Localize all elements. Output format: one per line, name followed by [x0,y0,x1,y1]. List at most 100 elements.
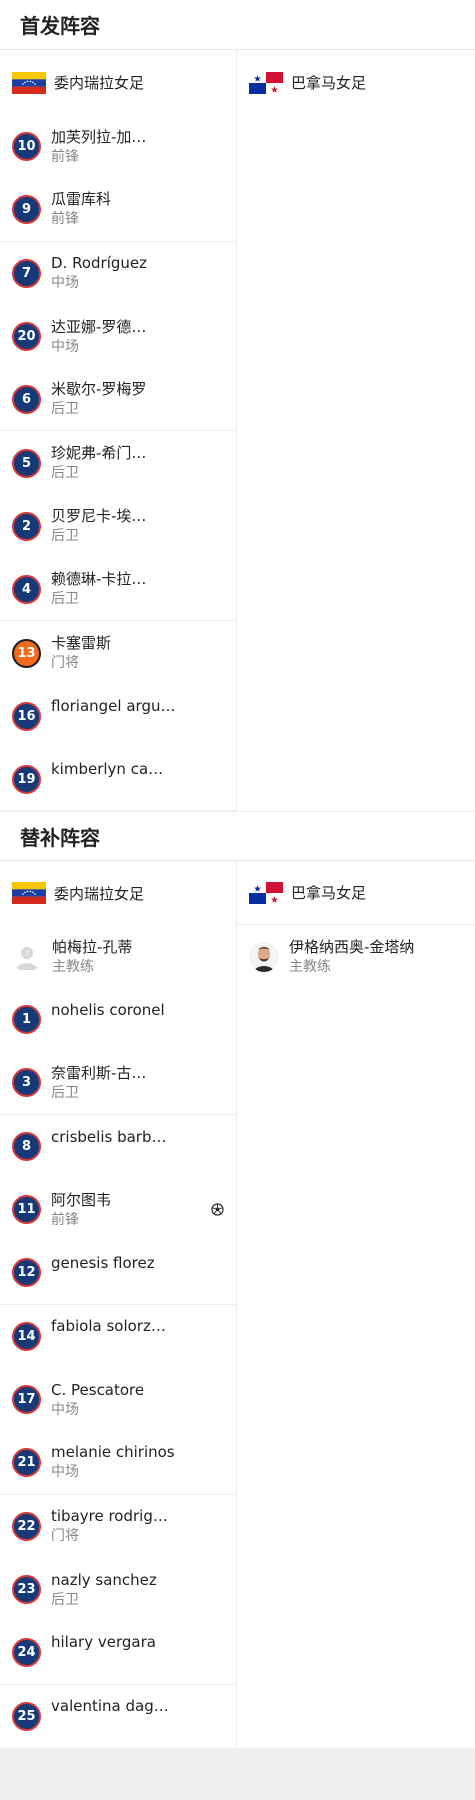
player-row[interactable]: 4 赖德琳-卡拉… 后卫 [0,558,236,622]
jersey-number-badge: 11 [12,1195,41,1225]
player-info: 达亚娜-罗德… 中场 [51,317,146,357]
player-row[interactable]: 8 crisbelis barb… [0,1115,236,1178]
jersey-number-badge: 22 [12,1511,41,1541]
player-name: 加芙列拉-加… [51,127,147,146]
jersey-number-badge: 9 [12,194,41,224]
jersey-number-badge: 4 [12,574,41,604]
player-name: 阿尔图韦 [51,1190,112,1209]
player-info: tibayre rodrig… 门将 [51,1506,168,1546]
away-coach-role: 主教练 [289,958,331,975]
player-row[interactable]: 16 floriangel argu… [0,685,236,748]
player-row[interactable]: 2 贝罗尼卡-埃… 后卫 [0,495,236,558]
player-name: 赖德琳-卡拉… [51,570,147,589]
player-name: 奈雷利斯-古… [51,1063,147,1082]
player-position: 门将 [51,655,79,672]
away-team-header[interactable]: 巴拿马女足 [237,50,475,115]
player-name: fabiola solorz… [51,1317,166,1336]
substitutes-columns: 委内瑞拉女足 ? 帕梅拉-孔蒂 主教练 1 nohelis coronel 3 奈雷利… [0,861,475,1748]
player-info: melanie chirinos 中场 [51,1442,175,1482]
player-position: 后卫 [51,1084,79,1101]
starting-lineup-panel: 首发阵容 委内瑞拉女足 10 加芙列拉-加… 前锋 9 瓜雷库科前锋 7 D. … [0,0,475,812]
player-row[interactable]: 13 卡塞雷斯 门将 [0,621,236,684]
player-row[interactable]: 12 genesis florez [0,1241,236,1305]
player-row[interactable]: 25 valentina dag… [0,1685,236,1748]
player-position: 前锋 [51,211,79,228]
away-subs-team-header[interactable]: 巴拿马女足 [237,861,475,926]
player-name: melanie chirinos [51,1443,175,1462]
away-subs-team-name: 巴拿马女足 [291,884,367,903]
bottom-gap [0,1748,475,1798]
coach-photo-avatar [249,941,279,972]
player-name: kimberlyn ca… [51,760,164,779]
player-name: 贝罗尼卡-埃… [51,507,147,526]
player-row[interactable]: 20 达亚娜-罗德… 中场 [0,305,236,368]
player-position: 中场 [51,338,79,355]
away-coach-row[interactable]: 伊格纳西奥-金塔纳 主教练 [237,925,475,988]
player-info: 赖德琳-卡拉… 后卫 [51,569,146,609]
away-coach-name: 伊格纳西奥-金塔纳 [289,937,415,956]
starting-lineup-title: 首发阵容 [0,0,475,50]
player-row[interactable]: 1 nohelis coronel [0,988,236,1051]
player-row[interactable]: 22 tibayre rodrig… 门将 [0,1495,236,1558]
player-row[interactable]: 10 加芙列拉-加… 前锋 [0,115,236,178]
home-subs-team-header[interactable]: 委内瑞拉女足 [0,861,236,925]
starting-lineup-columns: 委内瑞拉女足 10 加芙列拉-加… 前锋 9 瓜雷库科 前锋 7 D. Rodríguez 中场… [0,50,475,812]
svg-text:?: ? [25,949,29,958]
home-coach-row[interactable]: ? 帕梅拉-孔蒂 主教练 [0,925,236,988]
player-position: 门将 [51,1528,79,1545]
player-name: C. Pescatore [51,1380,145,1399]
jersey-number-badge: 2 [12,511,41,541]
player-name: tibayre rodrig… [51,1507,168,1526]
jersey-number-badge: 5 [12,448,41,478]
jersey-number-badge: 10 [12,132,41,162]
away-subs-column: 巴拿马女足 伊格纳西奥-金塔纳 主教练 [237,861,475,1748]
jersey-number-badge: 13 [12,638,41,668]
player-name: crisbelis barb… [51,1127,167,1146]
player-row[interactable]: 21 melanie chirinos 中场 [0,1431,236,1495]
player-info: 瓜雷库科 前锋 [51,189,111,229]
player-row[interactable]: 11 阿尔图韦 前锋 [0,1178,236,1241]
home-subs-team-name: 委内瑞拉女足 [54,884,145,903]
player-position: 前锋 [51,148,79,165]
player-position: 后卫 [51,1591,79,1608]
player-name: nazly sanchez [51,1570,157,1589]
player-position: 后卫 [51,401,79,418]
player-name: 米歇尔-罗梅罗 [51,380,147,399]
player-info: 珍妮弗-希门… 后卫 [51,443,146,483]
player-row[interactable]: 5 珍妮弗-希门… 后卫 [0,431,236,494]
coach-placeholder-avatar-icon: ? [12,942,42,972]
jersey-number-badge: 1 [12,1005,41,1035]
panama-flag-icon [249,881,283,904]
player-row[interactable]: 19 kimberlyn ca… [0,748,236,812]
player-row[interactable]: 24 hilary vergara [0,1621,236,1685]
jersey-number-badge: 14 [12,1321,41,1351]
jersey-number-badge: 8 [12,1132,41,1161]
player-info: C. Pescatore 中场 [51,1380,144,1420]
jersey-number-badge: 12 [12,1258,41,1288]
away-team-name: 巴拿马女足 [291,74,367,92]
player-position: 中场 [51,275,79,292]
player-position: 中场 [51,1401,79,1418]
player-row[interactable]: 9 瓜雷库科 前锋 [0,178,236,242]
substitutes-panel: 替补阵容 委内瑞拉女足 ? 帕梅拉-孔蒂 主教练 1 nohelis coron… [0,811,475,1748]
jersey-number-badge: 3 [12,1068,41,1098]
player-name: 珍妮弗-希门… [51,444,147,463]
jersey-number-badge: 7 [12,258,41,288]
home-team-header[interactable]: 委内瑞拉女足 [0,50,236,115]
jersey-number-badge: 24 [12,1637,41,1667]
player-row[interactable]: 3 奈雷利斯-古… 后卫 [0,1052,236,1115]
jersey-number-badge: 21 [12,1447,41,1477]
player-row[interactable]: 17 C. Pescatore 中场 [0,1368,236,1431]
player-name: 达亚娜-罗德… [51,317,147,336]
player-info: nazly sanchez 后卫 [51,1570,157,1610]
home-team-name: 委内瑞拉女足 [54,74,145,92]
player-row[interactable]: 14 fabiola solorz… [0,1305,236,1368]
home-subs-list: 1 nohelis coronel 3 奈雷利斯-古… 后卫 8 crisbelis bar… [0,988,236,1748]
player-info: 米歇尔-罗梅罗 后卫 [51,379,146,419]
player-row[interactable]: 7 D. Rodríguez 中场 [0,242,236,305]
jersey-number-badge: 19 [12,764,41,794]
player-row[interactable]: 6 米歇尔-罗梅罗 后卫 [0,368,236,432]
jersey-number-badge: 23 [12,1575,41,1605]
home-coach-role: 主教练 [52,958,94,975]
player-row[interactable]: 23 nazly sanchez 后卫 [0,1558,236,1621]
